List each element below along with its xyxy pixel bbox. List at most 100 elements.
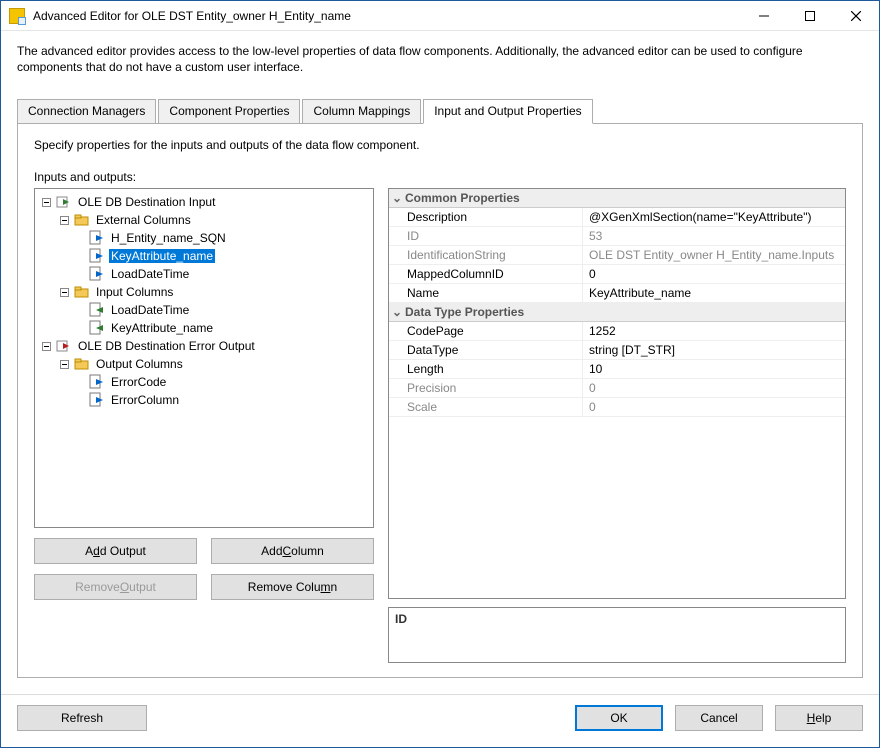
tree-label: KeyAttribute_name (109, 249, 215, 263)
prop-value[interactable]: 0 (583, 265, 845, 283)
tree-node-external-columns[interactable]: External Columns (35, 211, 373, 229)
tree-node-column[interactable]: ErrorColumn (35, 391, 373, 409)
prop-value: OLE DST Entity_owner H_Entity_name.Input… (583, 246, 845, 264)
prop-name: Precision (389, 379, 583, 397)
prop-row-codepage[interactable]: CodePage1252 (389, 322, 845, 341)
output-icon (56, 338, 72, 354)
prop-row-identificationstring[interactable]: IdentificationStringOLE DST Entity_owner… (389, 246, 845, 265)
collapse-icon[interactable] (59, 215, 70, 226)
tree-node-column[interactable]: LoadDateTime (35, 301, 373, 319)
titlebar: Advanced Editor for OLE DST Entity_owner… (1, 1, 879, 31)
tree-label: External Columns (94, 213, 193, 227)
dialog-footer: Refresh OK Cancel Help (1, 695, 879, 747)
minimize-button[interactable] (741, 1, 787, 31)
tree-label: KeyAttribute_name (109, 321, 215, 335)
prop-row-name[interactable]: NameKeyAttribute_name (389, 284, 845, 303)
folder-icon (74, 212, 90, 228)
prop-name: ID (389, 227, 583, 245)
prop-row-description[interactable]: Description@XGenXmlSection(name="KeyAttr… (389, 208, 845, 227)
category-common-properties[interactable]: ⌄Common Properties (389, 189, 845, 208)
prop-name: IdentificationString (389, 246, 583, 264)
prop-value[interactable]: string [DT_STR] (583, 341, 845, 359)
tree-node-column[interactable]: KeyAttribute_name (35, 319, 373, 337)
prop-value: 0 (583, 379, 845, 397)
prop-value: 0 (583, 398, 845, 416)
tab-input-output-properties[interactable]: Input and Output Properties (423, 99, 592, 124)
refresh-button[interactable]: Refresh (17, 705, 147, 731)
tree-node-column-selected[interactable]: KeyAttribute_name (35, 247, 373, 265)
prop-name: Description (389, 208, 583, 226)
tree-label: Output Columns (94, 357, 185, 371)
prop-row-length[interactable]: Length10 (389, 360, 845, 379)
tabstrip: Connection Managers Component Properties… (17, 99, 863, 124)
cancel-button[interactable]: Cancel (675, 705, 763, 731)
prop-value: 53 (583, 227, 845, 245)
tree-node-output-columns[interactable]: Output Columns (35, 355, 373, 373)
tree-node-column[interactable]: H_Entity_name_SQN (35, 229, 373, 247)
column-icon (89, 374, 105, 390)
add-column-button[interactable]: Add Column (211, 538, 374, 564)
prop-name: Length (389, 360, 583, 378)
intro-text: The advanced editor provides access to t… (17, 43, 863, 75)
collapse-icon[interactable] (59, 287, 70, 298)
tree-label: ErrorColumn (109, 393, 181, 407)
add-output-button[interactable]: Add Output (34, 538, 197, 564)
tab-connection-managers[interactable]: Connection Managers (17, 99, 156, 123)
prop-value[interactable]: 10 (583, 360, 845, 378)
app-icon (9, 8, 25, 24)
tab-column-mappings[interactable]: Column Mappings (302, 99, 421, 123)
chevron-down-icon: ⌄ (389, 191, 405, 205)
column-icon (89, 302, 105, 318)
prop-row-datatype[interactable]: DataTypestring [DT_STR] (389, 341, 845, 360)
ok-button[interactable]: OK (575, 705, 663, 731)
input-icon (56, 194, 72, 210)
tree-label: OLE DB Destination Error Output (76, 339, 257, 353)
prop-value[interactable]: KeyAttribute_name (583, 284, 845, 302)
remove-column-button[interactable]: Remove Column (211, 574, 374, 600)
remove-output-button: Remove Output (34, 574, 197, 600)
prop-row-mappedcolumnid[interactable]: MappedColumnID0 (389, 265, 845, 284)
tree-node-column[interactable]: LoadDateTime (35, 265, 373, 283)
tree-node-destination-input[interactable]: OLE DB Destination Input (35, 193, 373, 211)
tree-node-input-columns[interactable]: Input Columns (35, 283, 373, 301)
collapse-icon[interactable] (59, 359, 70, 370)
category-label: Common Properties (405, 191, 520, 205)
maximize-button[interactable] (787, 1, 833, 31)
prop-name: MappedColumnID (389, 265, 583, 283)
chevron-down-icon: ⌄ (389, 305, 405, 319)
prop-row-precision[interactable]: Precision0 (389, 379, 845, 398)
close-button[interactable] (833, 1, 879, 31)
tree-label: OLE DB Destination Input (76, 195, 217, 209)
category-data-type-properties[interactable]: ⌄Data Type Properties (389, 303, 845, 322)
tree-label: LoadDateTime (109, 303, 191, 317)
help-button[interactable]: Help (775, 705, 863, 731)
io-tree[interactable]: OLE DB Destination Input (34, 188, 374, 528)
prop-row-scale[interactable]: Scale0 (389, 398, 845, 417)
prop-name: Scale (389, 398, 583, 416)
collapse-icon[interactable] (41, 341, 52, 352)
category-label: Data Type Properties (405, 305, 524, 319)
prop-name: DataType (389, 341, 583, 359)
split-pane: OLE DB Destination Input (34, 188, 846, 663)
folder-icon (74, 284, 90, 300)
folder-icon (74, 356, 90, 372)
tree-node-column[interactable]: ErrorCode (35, 373, 373, 391)
property-grid[interactable]: ⌄Common Properties Description@XGenXmlSe… (388, 188, 846, 599)
collapse-icon[interactable] (41, 197, 52, 208)
tree-label: H_Entity_name_SQN (109, 231, 228, 245)
tabpanel-io-properties: Specify properties for the inputs and ou… (17, 124, 863, 678)
tab-component-properties[interactable]: Component Properties (158, 99, 300, 123)
column-icon (89, 392, 105, 408)
prop-row-id[interactable]: ID53 (389, 227, 845, 246)
panel-description: Specify properties for the inputs and ou… (34, 138, 846, 152)
tree-node-error-output[interactable]: OLE DB Destination Error Output (35, 337, 373, 355)
column-icon (89, 230, 105, 246)
column-icon (89, 266, 105, 282)
content-area: The advanced editor provides access to t… (1, 31, 879, 684)
tree-label: ErrorCode (109, 375, 168, 389)
tree-label: LoadDateTime (109, 267, 191, 281)
column-icon (89, 320, 105, 336)
column-icon (89, 248, 105, 264)
prop-value[interactable]: @XGenXmlSection(name="KeyAttribute") (583, 208, 845, 226)
prop-value[interactable]: 1252 (583, 322, 845, 340)
